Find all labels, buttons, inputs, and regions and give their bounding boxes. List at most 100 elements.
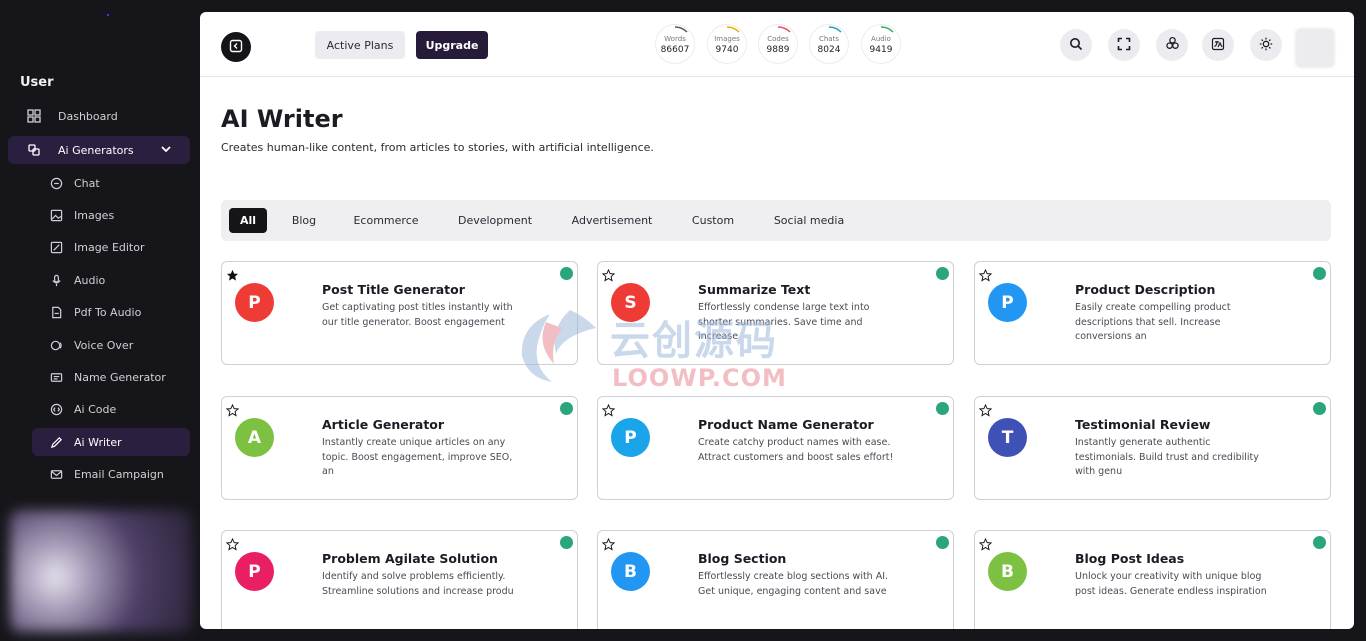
template-card[interactable]: P Post Title Generator Get captivating p… [221, 261, 578, 365]
filter-tab-ecommerce[interactable]: Ecommerce [343, 208, 429, 233]
name-icon [49, 370, 63, 384]
writer-icon [49, 435, 63, 449]
card-title: Testimonial Review [1075, 417, 1211, 432]
card-avatar: P [235, 283, 274, 322]
collapse-sidebar-button[interactable] [221, 32, 251, 62]
template-card[interactable]: S Summarize Text Effortlessly condense l… [597, 261, 954, 365]
star-outline-icon[interactable] [225, 536, 240, 555]
translate-button[interactable] [1202, 29, 1234, 61]
card-title: Blog Section [698, 551, 787, 566]
stat-label: Words [664, 35, 686, 43]
sidebar-item-label: Name Generator [74, 370, 166, 384]
card-title: Blog Post Ideas [1075, 551, 1185, 566]
search-icon [1069, 36, 1083, 55]
template-card[interactable]: B Blog Section Effortlessly create blog … [597, 530, 954, 629]
sidebar-item-ai-writer[interactable]: Ai Writer [32, 428, 190, 456]
star-filled-icon[interactable] [226, 267, 239, 286]
stat-value: 8024 [817, 45, 841, 55]
card-description: Get captivating post titles instantly wi… [322, 302, 513, 328]
template-card[interactable]: P Problem Agilate Solution Identify and … [221, 530, 578, 629]
stat-value: 9889 [766, 45, 790, 55]
stat-chats: Chats 8024 [810, 25, 848, 63]
voice-icon [49, 338, 63, 352]
apps-button[interactable] [1156, 29, 1188, 61]
template-card[interactable]: P Product Name Generator Create catchy p… [597, 396, 954, 500]
sidebar-item-label: Audio [74, 273, 106, 287]
star-outline-icon[interactable] [978, 267, 993, 286]
fullscreen-button[interactable] [1108, 29, 1140, 61]
stat-label: Chats [818, 35, 839, 43]
code-icon [49, 402, 63, 416]
star-outline-icon[interactable] [601, 267, 616, 286]
star-outline-icon[interactable] [978, 402, 993, 421]
filter-tab-development[interactable]: Development [447, 208, 543, 233]
filter-tab-advertisement[interactable]: Advertisement [559, 208, 665, 233]
status-dot [560, 536, 573, 549]
top-bar: Active Plans Upgrade Words 86607 Images … [200, 12, 1354, 77]
card-avatar: P [235, 552, 274, 591]
sidebar-item-dashboard[interactable]: Dashboard [8, 102, 190, 130]
sidebar: User Dashboard Ai Generators Chat Images… [0, 0, 200, 641]
sidebar-item-audio[interactable]: Audio [32, 266, 190, 294]
theme-toggle-button[interactable] [1250, 29, 1282, 61]
chevron-down-icon[interactable] [160, 143, 172, 158]
stat-label: Audio [871, 35, 891, 43]
sidebar-item-label: Ai Writer [74, 435, 122, 449]
upgrade-button[interactable]: Upgrade [416, 31, 488, 59]
sidebar-item-ai-generators[interactable]: Ai Generators [8, 136, 190, 164]
sidebar-item-image-editor[interactable]: Image Editor [32, 233, 190, 261]
card-title: Article Generator [322, 417, 445, 432]
sidebar-item-email-campaign[interactable]: Email Campaign [32, 460, 190, 488]
sun-icon [1259, 36, 1273, 55]
template-card[interactable]: P Product Description Easily create comp… [974, 261, 1331, 365]
filter-tab-all[interactable]: All [229, 208, 267, 233]
active-plans-button[interactable]: Active Plans [315, 31, 405, 59]
stat-codes: Codes 9889 [759, 25, 797, 63]
star-outline-icon[interactable] [225, 402, 240, 421]
status-dot [1313, 267, 1326, 280]
filter-tab-blog[interactable]: Blog [281, 208, 327, 233]
status-dot [560, 402, 573, 415]
sidebar-item-ai-code[interactable]: Ai Code [32, 395, 190, 423]
avatar[interactable] [1295, 28, 1335, 68]
sidebar-item-label: Ai Generators [58, 143, 134, 157]
dashboard-icon [27, 109, 41, 123]
sidebar-section-label: User [20, 75, 54, 90]
sidebar-item-chat[interactable]: Chat [32, 169, 190, 197]
stat-value: 86607 [660, 45, 690, 55]
profile-card-blurred[interactable] [10, 510, 192, 632]
card-title: Product Description [1075, 282, 1216, 297]
card-avatar: B [988, 552, 1027, 591]
sidebar-item-pdf-to-audio[interactable]: Pdf To Audio [32, 298, 190, 326]
card-description: Unlock your creativity with unique blog … [1075, 571, 1267, 597]
star-outline-icon[interactable] [601, 402, 616, 421]
card-avatar: S [611, 283, 650, 322]
card-description: Instantly generate authentic testimonial… [1075, 437, 1259, 477]
status-dot [936, 267, 949, 280]
sidebar-item-images[interactable]: Images [32, 201, 190, 229]
card-description: Easily create compelling product descrip… [1075, 302, 1231, 342]
star-outline-icon[interactable] [978, 536, 993, 555]
template-card[interactable]: T Testimonial Review Instantly generate … [974, 396, 1331, 500]
star-outline-icon[interactable] [601, 536, 616, 555]
chat-icon [49, 176, 63, 190]
card-description: Identify and solve problems efficiently.… [322, 571, 514, 597]
sidebar-item-name-generator[interactable]: Name Generator [32, 363, 190, 391]
search-button[interactable] [1060, 29, 1092, 61]
template-card[interactable]: B Blog Post Ideas Unlock your creativity… [974, 530, 1331, 629]
card-avatar: T [988, 418, 1027, 457]
filter-tab-social-media[interactable]: Social media [761, 208, 857, 233]
page-title: AI Writer [221, 105, 343, 133]
template-card[interactable]: A Article Generator Instantly create uni… [221, 396, 578, 500]
status-dot [1313, 536, 1326, 549]
stat-value: 9419 [869, 45, 893, 55]
card-description: Create catchy product names with ease. A… [698, 437, 894, 463]
sidebar-item-label: Ai Code [74, 402, 117, 416]
status-dot [1313, 402, 1326, 415]
sidebar-item-voice-over[interactable]: Voice Over [32, 331, 190, 359]
filter-tab-custom[interactable]: Custom [681, 208, 745, 233]
status-dot [936, 402, 949, 415]
fullscreen-icon [1117, 36, 1131, 55]
image-editor-icon [49, 240, 63, 254]
status-dot [936, 536, 949, 549]
